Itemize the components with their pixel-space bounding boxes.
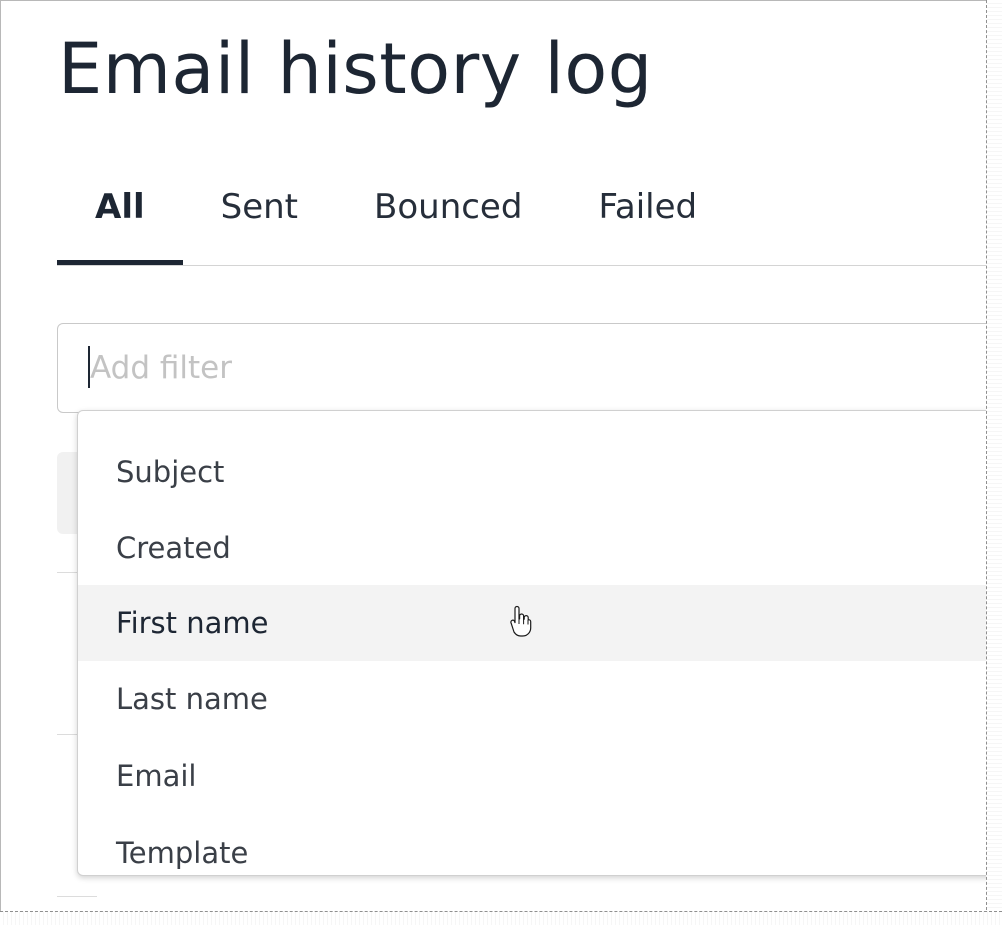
dropdown-option-subject[interactable]: Subject [78, 434, 986, 510]
page-title: Email history log [58, 28, 653, 110]
filter-field-dropdown: Subject Created First name Last name Ema… [77, 410, 986, 876]
page-content: Email history log All Sent Bounced Faile… [0, 0, 986, 910]
dropdown-option-last-name[interactable]: Last name [78, 661, 986, 737]
table-row-divider [57, 896, 97, 897]
tab-bar: All Sent Bounced Failed [57, 176, 986, 267]
torn-edge-bottom [0, 911, 1002, 925]
dropdown-option-created[interactable]: Created [78, 510, 986, 586]
hand-pointer-icon [510, 605, 532, 637]
torn-edge-right [986, 0, 1002, 925]
tab-sent[interactable]: Sent [183, 176, 336, 265]
dropdown-option-email[interactable]: Email [78, 738, 986, 814]
tab-all[interactable]: All [57, 176, 183, 265]
tab-bounced[interactable]: Bounced [336, 176, 560, 265]
tab-failed[interactable]: Failed [560, 176, 735, 265]
dropdown-option-template[interactable]: Template [78, 815, 986, 875]
filter-placeholder: Add filter [90, 350, 232, 386]
filter-input[interactable]: Add filter [57, 323, 986, 413]
tab-bar-divider [57, 265, 986, 266]
